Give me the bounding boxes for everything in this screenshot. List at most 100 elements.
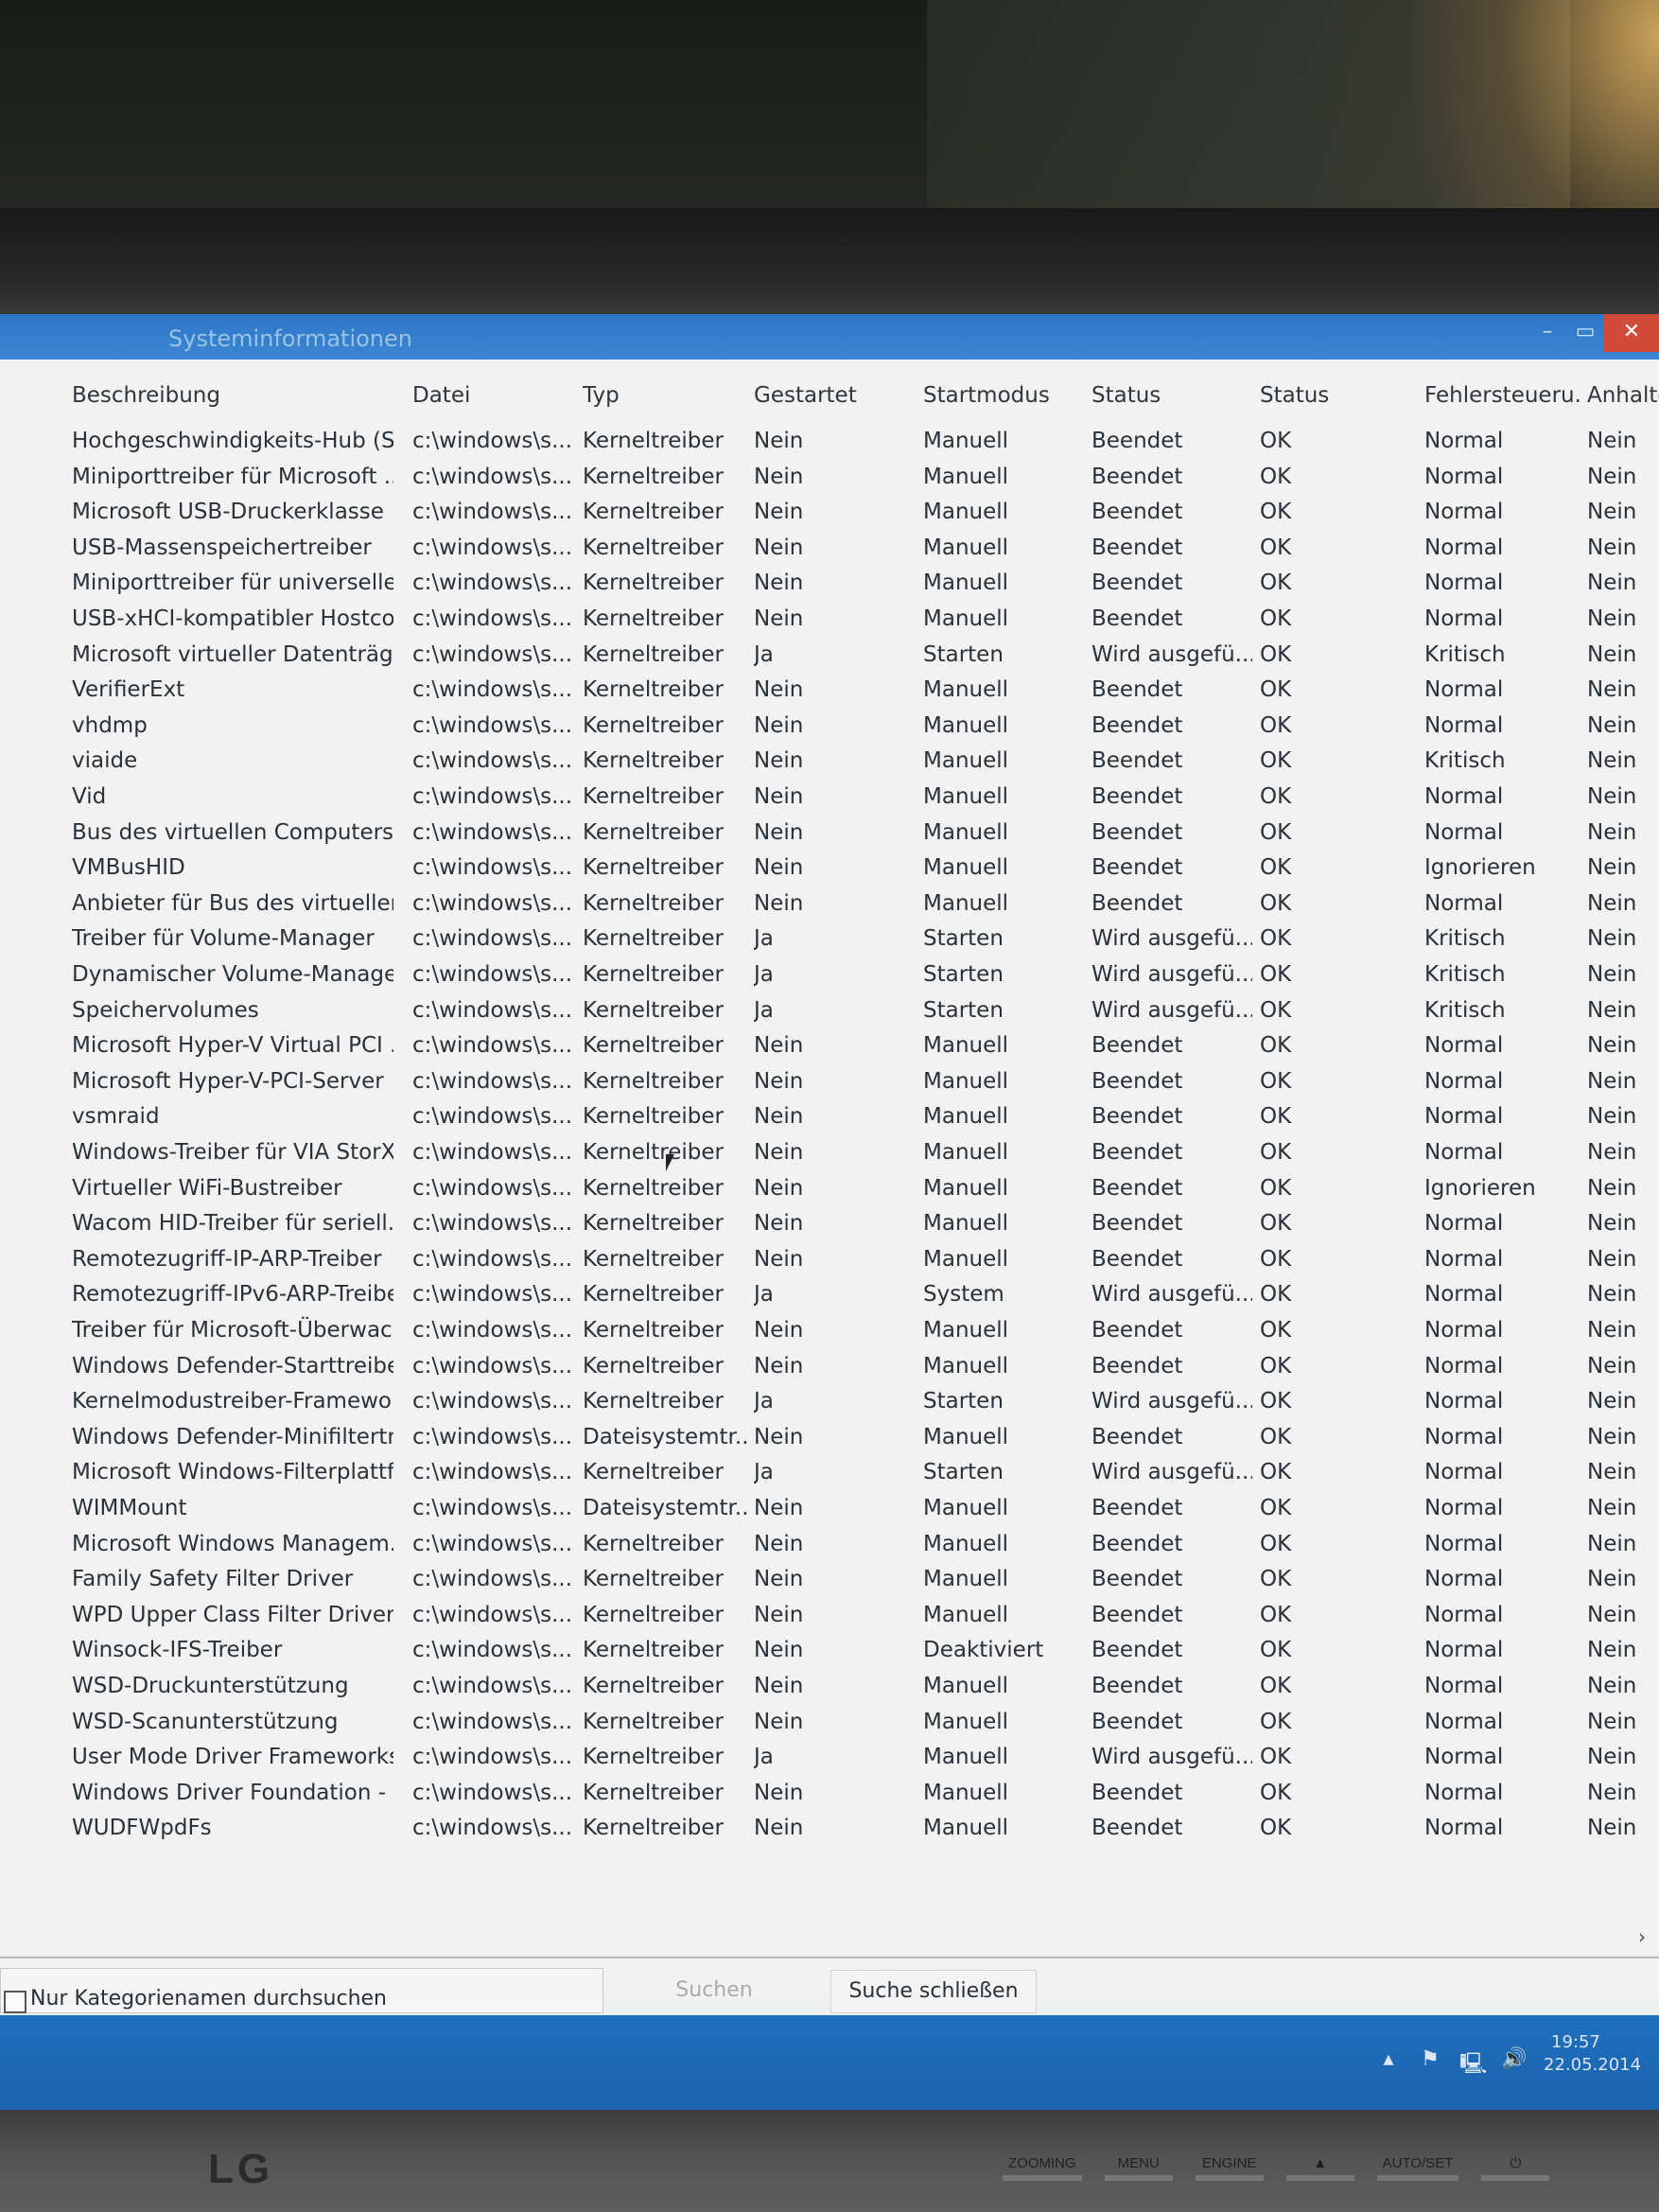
col-gestartet-header[interactable]: Gestartet bbox=[754, 378, 915, 413]
table-row[interactable]: Microsoft Hyper-V Virtual PCI ... c:\wind… bbox=[0, 1028, 1659, 1063]
table-row[interactable]: Winsock-IFS-Treiber c:\windows\s... Kernel… bbox=[0, 1633, 1659, 1668]
col-startmodus-cell: Manuell bbox=[923, 1780, 1009, 1805]
col-fehlersteuerung-cell: Normal bbox=[1424, 1318, 1504, 1343]
table-row[interactable]: WUDFWpdFs c:\windows\s... Kerneltreiber Nei… bbox=[0, 1811, 1659, 1846]
table-row[interactable]: vsmraid c:\windows\s... Kerneltreiber Nein M… bbox=[0, 1099, 1659, 1134]
col-typ-cell: Kerneltreiber bbox=[583, 1389, 724, 1414]
col-fehlersteuerung-cell: Normal bbox=[1424, 1496, 1504, 1520]
table-row[interactable]: Microsoft Windows-Filterplattf... c:\wind… bbox=[0, 1455, 1659, 1490]
table-header: Beschreibung Datei Typ Gestartet Startmodus S… bbox=[0, 378, 1659, 413]
table-row[interactable]: WSD-Scanunterstützung c:\windows\s... Kern… bbox=[0, 1705, 1659, 1740]
table-row[interactable]: Family Safety Filter Driver c:\windows\s.… bbox=[0, 1562, 1659, 1597]
table-row[interactable]: Windows-Treiber für VIA StorX... c:\windo… bbox=[0, 1135, 1659, 1170]
col-startmodus-cell: Deaktiviert bbox=[923, 1638, 1044, 1663]
table-row[interactable]: USB-xHCI-kompatibler Hostco... c:\windows… bbox=[0, 602, 1659, 637]
minimize-button[interactable]: – bbox=[1528, 314, 1566, 352]
table-row[interactable]: vhdmp c:\windows\s... Kerneltreiber Nein Man… bbox=[0, 709, 1659, 744]
monitor-button: ZOOMING bbox=[1003, 2155, 1082, 2181]
table-row[interactable]: VMBusHID c:\windows\s... Kerneltreiber Nein… bbox=[0, 851, 1659, 886]
col-status-header[interactable]: Status bbox=[1091, 378, 1252, 413]
table-row[interactable]: Remotezugriff-IP-ARP-Treiber c:\windows\s… bbox=[0, 1242, 1659, 1277]
table-row[interactable]: USB-Massenspeichertreiber c:\windows\s...… bbox=[0, 531, 1659, 566]
col-datei-cell: c:\windows\s... bbox=[412, 1602, 573, 1627]
table-row[interactable]: Windows Defender-Starttreiber c:\windows\… bbox=[0, 1349, 1659, 1384]
show-hidden-icons[interactable]: ▴ bbox=[1376, 2047, 1401, 2083]
col-beschreibung-header[interactable]: Beschreibung bbox=[72, 378, 393, 413]
col-anhalten-cell: Nein bbox=[1587, 890, 1637, 916]
monitor-button: ▲ bbox=[1285, 2155, 1354, 2181]
col-startmodus-header[interactable]: Startmodus bbox=[923, 378, 1084, 413]
monitor-brand-logo: LG bbox=[208, 2146, 274, 2192]
col-datei-cell: c:\windows\s... bbox=[412, 890, 573, 916]
table-row[interactable]: Microsoft USB-Druckerklasse c:\windows\s.… bbox=[0, 495, 1659, 530]
table-row[interactable]: Windows Defender-Minifiltertr... c:\windo… bbox=[0, 1420, 1659, 1455]
action-center-flag-icon[interactable]: ⚑ bbox=[1418, 2047, 1442, 2083]
category-only-checkbox[interactable] bbox=[4, 1991, 26, 2013]
window-titlebar[interactable]: Systeminformationen – ▭ ✕ bbox=[0, 314, 1659, 360]
col-anhalten-cell: Nein bbox=[1587, 1175, 1637, 1201]
col-typ-cell: Kerneltreiber bbox=[583, 571, 724, 596]
table-row[interactable]: Treiber für Volume-Manager c:\windows\s..… bbox=[0, 922, 1659, 957]
col-startmodus-cell: Manuell bbox=[923, 784, 1009, 809]
table-row[interactable]: WPD Upper Class Filter Driver c:\windows\… bbox=[0, 1598, 1659, 1633]
close-search-button[interactable]: Suche schließen bbox=[830, 1970, 1037, 2013]
col-beschreibung-cell: Microsoft Windows Managem... bbox=[72, 1531, 393, 1556]
col-status-cell: Beendet bbox=[1091, 1567, 1183, 1592]
col-startmodus-cell: Starten bbox=[923, 962, 1004, 987]
col-typ-header[interactable]: Typ bbox=[583, 378, 749, 413]
table-row[interactable]: Bus des virtuellen Computers c:\windows\s… bbox=[0, 816, 1659, 851]
table-row[interactable]: Windows Driver Foundation - ... c:\window… bbox=[0, 1776, 1659, 1811]
clock-time[interactable]: 19:57 bbox=[1551, 2032, 1600, 2052]
table-row[interactable]: WSD-Druckunterstützung c:\windows\s... Ker… bbox=[0, 1669, 1659, 1704]
col-status-2-cell: OK bbox=[1260, 1140, 1292, 1165]
table-row[interactable]: Vid c:\windows\s... Kerneltreiber Nein Manue… bbox=[0, 780, 1659, 815]
close-button[interactable]: ✕ bbox=[1604, 314, 1659, 352]
network-icon[interactable]: 🖳 bbox=[1459, 2047, 1487, 2083]
table-row[interactable]: Speichervolumes c:\windows\s... Kerneltrei… bbox=[0, 993, 1659, 1028]
col-datei-cell: c:\windows\s... bbox=[412, 1531, 573, 1556]
col-anhalten-header[interactable]: Anhalte bbox=[1587, 378, 1659, 413]
col-startmodus-cell: Manuell bbox=[923, 1033, 1009, 1059]
table-row[interactable]: Hochgeschwindigkeits-Hub (Su... c:\window… bbox=[0, 424, 1659, 459]
clock-date[interactable]: 22.05.2014 bbox=[1544, 2055, 1641, 2075]
col-gestartet-cell: Nein bbox=[754, 1318, 804, 1343]
col-fehlersteuerung-header[interactable]: Fehlersteueru... bbox=[1424, 378, 1583, 413]
col-gestartet-cell: Nein bbox=[754, 1104, 804, 1130]
search-button[interactable]: Suchen bbox=[624, 1970, 804, 2011]
col-beschreibung-cell: Miniporttreiber für universelle... bbox=[72, 571, 393, 596]
table-row[interactable]: WIMMount c:\windows\s... Dateisystemtr... N… bbox=[0, 1491, 1659, 1526]
col-fehlersteuerung-cell: Normal bbox=[1424, 1353, 1504, 1378]
table-row[interactable]: Miniporttreiber für Microsoft ... c:\wind… bbox=[0, 460, 1659, 495]
col-datei-cell: c:\windows\s... bbox=[412, 1638, 573, 1663]
maximize-button[interactable]: ▭ bbox=[1566, 314, 1604, 352]
col-status-cell: Beendet bbox=[1091, 1674, 1183, 1698]
table-row[interactable]: Treiber für Microsoft-Überwac... c:\windo… bbox=[0, 1313, 1659, 1348]
table-row[interactable]: Virtueller WiFi-Bustreiber c:\windows\s..… bbox=[0, 1171, 1659, 1206]
table-row[interactable]: Remotezugriff-IPv6-ARP-Treiber c:\windows… bbox=[0, 1277, 1659, 1312]
table-row[interactable]: Miniporttreiber für universelle... c:\win… bbox=[0, 566, 1659, 601]
col-status-2-cell: OK bbox=[1260, 1780, 1292, 1805]
table-row[interactable]: VerifierExt c:\windows\s... Kerneltreiber N… bbox=[0, 673, 1659, 708]
col-gestartet-cell: Ja bbox=[754, 997, 774, 1023]
col-gestartet-cell: Nein bbox=[754, 1709, 804, 1734]
table-row[interactable]: Anbieter für Bus des virtuellen ... c:\wi… bbox=[0, 887, 1659, 922]
table-row[interactable]: Microsoft Windows Managem... c:\windows\s… bbox=[0, 1527, 1659, 1562]
col-startmodus-cell: Manuell bbox=[923, 1353, 1009, 1378]
col-status-2-cell: OK bbox=[1260, 855, 1292, 881]
table-row[interactable]: Microsoft Hyper-V-PCI-Server c:\windows\s… bbox=[0, 1064, 1659, 1099]
table-row[interactable]: User Mode Driver Frameworks... c:\windows… bbox=[0, 1740, 1659, 1775]
col-status-2-header[interactable]: Status bbox=[1260, 378, 1411, 413]
table-row[interactable]: Kernelmodustreiber-Framewor... c:\windows… bbox=[0, 1384, 1659, 1419]
col-datei-cell: c:\windows\s... bbox=[412, 429, 573, 453]
col-datei-header[interactable]: Datei bbox=[412, 378, 573, 413]
col-beschreibung-cell: Microsoft virtueller Datenträge... bbox=[72, 641, 393, 667]
col-anhalten-cell: Nein bbox=[1587, 1638, 1637, 1663]
table-row[interactable]: Dynamischer Volume-Manager c:\windows\s..… bbox=[0, 957, 1659, 992]
table-row[interactable]: viaide c:\windows\s... Kerneltreiber Nein Ma… bbox=[0, 744, 1659, 779]
table-row[interactable]: Wacom HID-Treiber für seriell... c:\windo… bbox=[0, 1206, 1659, 1241]
volume-icon[interactable]: 🔊 bbox=[1501, 2047, 1527, 2083]
scroll-right-arrow-icon[interactable]: › bbox=[1638, 1925, 1646, 1948]
col-anhalten-cell: Nein bbox=[1587, 712, 1637, 738]
table-row[interactable]: Microsoft virtueller Datenträge... c:\win… bbox=[0, 638, 1659, 673]
col-typ-cell: Kerneltreiber bbox=[583, 890, 724, 916]
